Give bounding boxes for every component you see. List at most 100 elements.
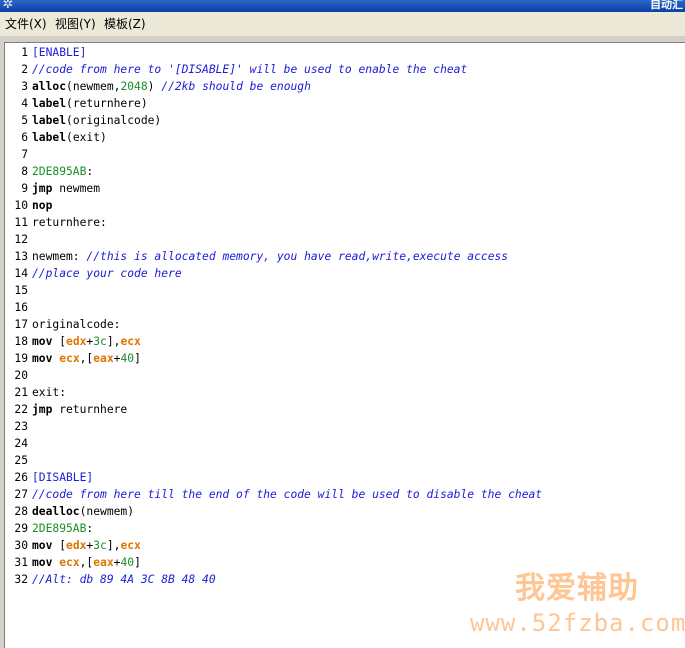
code-token: [ENABLE] — [32, 46, 87, 59]
code-token: label — [32, 97, 67, 110]
code-line[interactable]: 7 — [5, 146, 32, 163]
code-line[interactable]: 6 label(exit) — [5, 129, 107, 146]
code-token: (returnhere) — [66, 97, 148, 110]
code-line[interactable]: 27 //code from here till the end of the c… — [5, 486, 542, 503]
code-line[interactable]: 9 jmp newmem — [5, 180, 100, 197]
menu-template[interactable]: 模板(Z) — [104, 16, 146, 32]
code-line[interactable]: 17 originalcode: — [5, 316, 120, 333]
code-line[interactable]: 16 — [5, 299, 32, 316]
code-text: nop — [28, 197, 52, 214]
code-line[interactable]: 19 mov ecx,[eax+40] — [5, 350, 141, 367]
line-number: 5 — [21, 114, 28, 127]
code-text: 2DE895AB: — [28, 520, 93, 537]
code-line[interactable]: 24 — [5, 435, 32, 452]
line-number: 26 — [14, 471, 28, 484]
code-text: mov ecx,[eax+40] — [28, 350, 141, 367]
code-line[interactable]: 5 label(originalcode) — [5, 112, 161, 129]
code-token: edx — [66, 335, 87, 348]
code-line[interactable]: 26 [DISABLE] — [5, 469, 93, 486]
code-line[interactable]: 32 //Alt: db 89 4A 3C 8B 48 40 — [5, 571, 216, 588]
title-bar: ✲ 自动汇 — [0, 0, 685, 12]
code-line[interactable]: 10 nop — [5, 197, 52, 214]
code-token: : — [86, 165, 94, 178]
code-token: alloc — [32, 80, 67, 93]
code-line[interactable]: 21 exit: — [5, 384, 66, 401]
code-token: jmp — [32, 182, 53, 195]
code-line[interactable]: 23 — [5, 418, 32, 435]
code-line[interactable]: 12 — [5, 231, 32, 248]
code-token: [ — [52, 539, 67, 552]
code-text: label(exit) — [28, 129, 107, 146]
code-text: label(returnhere) — [28, 95, 148, 112]
code-token: ecx — [120, 335, 141, 348]
code-token: //Alt: db 89 4A 3C 8B 48 40 — [32, 573, 216, 586]
line-number: 13 — [14, 250, 28, 263]
line-number: 10 — [14, 199, 28, 212]
code-line[interactable]: 4 label(returnhere) — [5, 95, 148, 112]
code-line[interactable]: 15 — [5, 282, 32, 299]
code-text: newmem: //this is allocated memory, you … — [28, 248, 508, 265]
line-number: 23 — [14, 420, 28, 433]
code-line[interactable]: 22 jmp returnhere — [5, 401, 127, 418]
code-token: ] — [134, 556, 141, 569]
code-line[interactable]: 28 dealloc(newmem) — [5, 503, 134, 520]
code-line[interactable]: 1 [ENABLE] — [5, 44, 86, 61]
code-line[interactable]: 8 2DE895AB: — [5, 163, 93, 180]
code-token: returnhere: — [32, 216, 107, 229]
code-token: [DISABLE] — [32, 471, 94, 484]
line-number: 9 — [21, 182, 28, 195]
code-text: //Alt: db 89 4A 3C 8B 48 40 — [28, 571, 216, 588]
code-line[interactable]: 31 mov ecx,[eax+40] — [5, 554, 141, 571]
code-line[interactable]: 30 mov [edx+3c],ecx — [5, 537, 140, 554]
code-line[interactable]: 29 2DE895AB: — [5, 520, 93, 537]
code-token: ,[ — [79, 556, 94, 569]
code-token: ], — [106, 335, 121, 348]
code-line[interactable]: 20 — [5, 367, 32, 384]
code-line[interactable]: 3 alloc(newmem,2048) //2kb should be enou… — [5, 78, 311, 95]
code-text: [ENABLE] — [28, 44, 86, 61]
code-token: label — [32, 114, 67, 127]
line-number: 21 — [14, 386, 28, 399]
code-token: 2048 — [120, 80, 148, 93]
line-number: 14 — [14, 267, 28, 280]
code-line[interactable]: 11 returnhere: — [5, 214, 107, 231]
code-text: label(originalcode) — [28, 112, 161, 129]
code-text: //code from here to '[DISABLE]' will be … — [28, 61, 467, 78]
code-token: ) — [147, 80, 162, 93]
code-token: 2DE895AB — [32, 522, 87, 535]
window-title: 自动汇 — [650, 0, 683, 11]
code-token: exit: — [32, 386, 67, 399]
menu-file[interactable]: 文件(X) — [5, 16, 47, 32]
code-token: : — [86, 522, 94, 535]
code-token: ], — [106, 539, 121, 552]
code-line[interactable]: 2 //code from here to '[DISABLE]' will be… — [5, 61, 467, 78]
code-text: mov [edx+3c],ecx — [28, 333, 141, 350]
code-token: mov — [32, 539, 53, 552]
menu-view[interactable]: 视图(Y) — [55, 16, 96, 32]
line-number: 32 — [14, 573, 28, 586]
code-line[interactable]: 13 newmem: //this is allocated memory, yo… — [5, 248, 508, 265]
line-number: 29 — [14, 522, 28, 535]
code-text: //code from here till the end of the cod… — [28, 486, 542, 503]
code-token: (exit) — [66, 131, 107, 144]
code-token: 40 — [120, 352, 135, 365]
code-line[interactable]: 25 — [5, 452, 32, 469]
line-number: 16 — [14, 301, 28, 314]
code-token: ecx — [59, 352, 80, 365]
line-number: 25 — [14, 454, 28, 467]
line-number: 15 — [14, 284, 28, 297]
code-token: eax — [93, 556, 114, 569]
line-number: 24 — [14, 437, 28, 450]
code-text: alloc(newmem,2048) //2kb should be enoug… — [28, 78, 311, 95]
line-number: 1 — [21, 46, 28, 59]
code-token: [ — [52, 335, 67, 348]
code-editor[interactable]: 1 [ENABLE] 2 //code from here to '[DISABLE]… — [4, 42, 685, 648]
code-token: //code from here to '[DISABLE]' will be … — [32, 63, 468, 76]
code-text: jmp newmem — [28, 180, 100, 197]
code-token: (originalcode) — [66, 114, 162, 127]
gear-icon[interactable]: ✲ — [0, 0, 16, 12]
code-line[interactable]: 18 mov [edx+3c],ecx — [5, 333, 141, 350]
code-token: mov — [32, 335, 53, 348]
code-token: //this is allocated memory, you have rea… — [86, 250, 509, 263]
code-line[interactable]: 14 //place your code here — [5, 265, 181, 282]
